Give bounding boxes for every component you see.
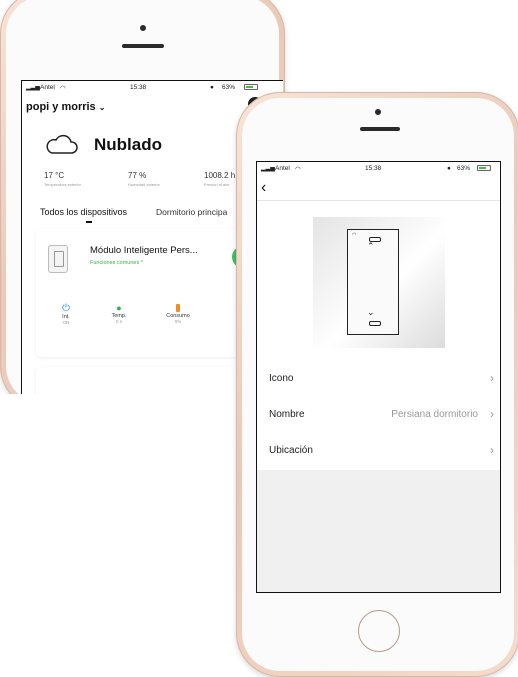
tab-all-devices[interactable]: Todos los dispositivos (40, 207, 127, 217)
function-timer-value: 0 s (115, 319, 122, 324)
function-consumption[interactable]: Consumo 0% (160, 303, 196, 324)
tab-bedroom[interactable]: Dormitorio principa (156, 207, 227, 217)
wifi-icon: ◠ (352, 232, 357, 238)
chevron-right-icon: › (490, 443, 494, 457)
battery-percent: 63% (457, 165, 471, 172)
settings-row-label: Nombre (269, 409, 305, 420)
settings-row-icon[interactable]: Icono › (257, 362, 500, 398)
chevron-down-icon: ⌄ (367, 307, 375, 317)
battery-percent: 63% (222, 84, 236, 91)
home-button[interactable] (358, 610, 400, 652)
battery-icon (244, 84, 258, 90)
front-phone: ▂▃▅ Antel ◠ 15:38 ● 63% ‹ ◠ ⌃ ⌄ Icono › … (236, 92, 518, 677)
tab-active-indicator (86, 221, 92, 223)
battery-level-icon (176, 304, 180, 312)
front-phone-screen: ▂▃▅ Antel ◠ 15:38 ● 63% ‹ ◠ ⌃ ⌄ Icono › … (256, 161, 501, 593)
battery-icon (477, 165, 491, 171)
wifi-icon: ◠ (60, 85, 66, 92)
device-name: Módulo Inteligente Pers... (90, 245, 198, 256)
device-image: ◠ ⌃ ⌄ (313, 217, 445, 348)
function-consumption-value: 0% (174, 319, 182, 324)
device-thumbnail (48, 245, 68, 273)
chevron-left-icon: ‹ (261, 179, 267, 196)
function-switch[interactable]: ⏻ Int. ON (54, 303, 78, 325)
back-button[interactable]: ‹ (261, 178, 279, 198)
settings-row-location[interactable]: Ubicación › (257, 434, 500, 470)
timer-icon: ● (116, 303, 122, 313)
settings-row-label: Icono (269, 373, 294, 384)
home-name: popi y morris (26, 101, 96, 113)
switch-panel: ◠ ⌃ ⌄ (347, 229, 399, 335)
back-phone-cutoff (0, 394, 238, 454)
header-divider (257, 200, 500, 201)
signal-icon: ▂▃▅ (261, 166, 275, 172)
signal-icon: ▂▃▅ (26, 85, 40, 91)
device-functions-link[interactable]: Funciones comunes ^ (90, 260, 143, 266)
wifi-icon: ◠ (295, 166, 301, 173)
front-phone-camera (375, 109, 381, 115)
settings-row-label: Ubicación (269, 445, 313, 456)
outdoor-temperature-caption: Temperatura exterior (44, 182, 81, 187)
weather-condition: Nublado (94, 135, 162, 154)
chevron-right-icon: › (490, 407, 494, 421)
outdoor-humidity-caption: Humedad exterior (128, 182, 160, 187)
back-phone-speaker (122, 44, 164, 48)
carrier-label: Antel (40, 84, 55, 91)
alarm-icon: ● (210, 84, 214, 91)
status-time: 15:38 (130, 84, 147, 91)
settings-row-name[interactable]: Nombre Persiana dormitorio › (257, 398, 500, 434)
air-pressure-value: 1008.2 h (204, 171, 236, 180)
home-selector[interactable]: popi y morris ⌄ (26, 101, 105, 113)
front-phone-speaker (360, 127, 400, 131)
settings-row-value: Persiana dormitorio (391, 409, 478, 420)
air-pressure-caption: Presión al aire (204, 182, 230, 187)
cloud-icon (46, 134, 78, 154)
chevron-down-icon: ⌄ (98, 103, 106, 112)
status-bar: ▂▃▅ Antel ◠ 15:38 ● 63% (22, 81, 283, 93)
carrier-label: Antel (275, 165, 290, 172)
outdoor-temperature-value: 17 °C (44, 171, 65, 180)
status-time: 15:38 (365, 165, 382, 172)
function-switch-value: ON (62, 320, 70, 325)
chevron-right-icon: › (490, 371, 494, 385)
down-key-indicator (369, 321, 381, 326)
power-icon: ⏻ (62, 303, 70, 314)
chevron-up-icon: ⌃ (367, 241, 375, 251)
settings-list: Icono › Nombre Persiana dormitorio › Ubi… (257, 362, 500, 592)
status-bar: ▂▃▅ Antel ◠ 15:38 ● 63% (257, 162, 500, 174)
alarm-icon: ● (447, 165, 451, 172)
outdoor-humidity-value: 77 % (128, 171, 147, 180)
back-phone-camera (140, 25, 146, 31)
function-timer[interactable]: ● Temp. 0 s (106, 303, 132, 324)
